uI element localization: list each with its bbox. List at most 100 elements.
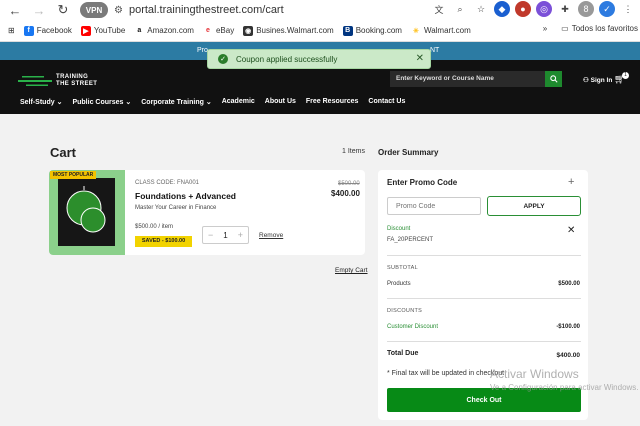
walmart-spark-icon: ✳ (410, 25, 421, 36)
course-name[interactable]: Foundations + Advanced (135, 191, 236, 201)
nav-free-resources[interactable]: Free Resources (306, 98, 359, 106)
success-toast: ✓ Coupon applied successfully ✕ (207, 49, 431, 69)
back-icon[interactable]: ← (6, 1, 24, 19)
logo-text: TRAINING THE STREET (56, 74, 97, 88)
bookmark-star-icon[interactable]: ☆ (473, 1, 489, 17)
check-circle-icon: ✓ (218, 54, 228, 64)
bookmark-amazon[interactable]: a Amazon.com (134, 25, 194, 36)
class-code: CLASS CODE: FNA001 (135, 180, 200, 186)
promo-heading: Enter Promo Code (387, 178, 458, 187)
search-input[interactable]: Enter Keyword or Course Name (390, 71, 562, 87)
search-button[interactable] (545, 71, 562, 87)
nav-public-courses[interactable]: Public Courses ⌄ (72, 98, 131, 106)
apps-icon[interactable]: ⊞ (8, 26, 15, 35)
promo-code-input[interactable] (387, 197, 481, 215)
vpn-badge[interactable]: VPN (80, 2, 108, 18)
shield-blue-icon[interactable]: ✓ (599, 1, 615, 17)
address-bar[interactable]: ⚙ portal.trainingthestreet.com/cart (114, 1, 414, 19)
amazon-icon: a (134, 25, 145, 36)
products-label: Products (387, 281, 411, 287)
main-nav: Self-Study ⌄ Public Courses ⌄ Corporate … (20, 98, 415, 106)
forward-icon[interactable]: → (30, 1, 48, 19)
nav-self-study[interactable]: Self-Study ⌄ (20, 98, 62, 106)
reload-icon[interactable]: ↻ (54, 1, 72, 19)
order-summary-title: Order Summary (378, 148, 439, 157)
menu-icon[interactable]: ⋮ (620, 1, 636, 17)
logo-line2: THE STREET (56, 81, 98, 87)
quantity-value[interactable]: 1 (223, 231, 227, 240)
all-bookmarks-folder[interactable]: Todos los favoritos (572, 24, 638, 33)
chevron-down-icon: ⌄ (56, 99, 63, 106)
browser-toolbar: ← → ↻ VPN ⚙ portal.trainingthestreet.com… (0, 0, 640, 20)
ebay-icon: e (202, 25, 213, 36)
bookmark-booking[interactable]: B Booking.com (342, 25, 402, 36)
divider (387, 255, 581, 256)
plus-icon[interactable]: + (238, 230, 243, 240)
nav-contact-us[interactable]: Contact Us (368, 98, 405, 106)
youtube-icon: ▶ (80, 25, 91, 36)
bookmark-ebay[interactable]: e eBay (202, 25, 234, 36)
customer-discount-label: Customer Discount (387, 324, 439, 330)
bookmark-facebook[interactable]: f Facebook (23, 25, 72, 36)
extension-icon-red[interactable]: ● (515, 1, 531, 17)
nav-academic[interactable]: Academic (222, 98, 255, 106)
bookmarks-bar: ⊞ f Facebook ▶ YouTube a Amazon.com e eB… (0, 20, 640, 42)
zoom-icon[interactable]: ⌕ (452, 1, 468, 17)
walmart-business-icon: ◉ (243, 25, 254, 36)
quantity-stepper: − 1 + (202, 226, 249, 244)
divider (387, 298, 581, 299)
customer-discount-value: -$100.00 (556, 324, 580, 330)
chevron-down-icon: ⌄ (125, 99, 132, 106)
toast-message: Coupon applied successfully (236, 54, 338, 64)
facebook-icon: f (23, 25, 34, 36)
folder-icon: ▭ (561, 24, 569, 33)
site-info-icon[interactable]: ⚙ (114, 5, 123, 16)
puzzle-icon[interactable]: ✚ (557, 1, 573, 17)
sign-in-label: Sign In (590, 77, 613, 84)
bookmark-label: Walmart.com (423, 26, 471, 35)
cart-count-badge: 1 (622, 72, 629, 79)
nav-corporate-training[interactable]: Corporate Training ⌄ (141, 98, 211, 106)
bookmark-youtube[interactable]: ▶ YouTube (80, 25, 126, 36)
apply-button[interactable]: APPLY (487, 196, 581, 216)
promo-text-right: NT (430, 47, 440, 54)
bookmark-label: Booking.com (355, 26, 402, 35)
close-icon[interactable]: ✕ (416, 53, 424, 64)
windows-activation-watermark: Activar Windows (490, 367, 579, 381)
nav-label: Corporate Training (141, 99, 204, 106)
bookmark-label: Busines.Walmart.com (256, 26, 334, 35)
empty-cart-link[interactable]: Empty Cart (335, 267, 368, 274)
discounts-label: DISCOUNTS (387, 308, 423, 314)
price-per-item: $500.00 / item (135, 224, 174, 230)
most-popular-badge: MOST POPULAR (50, 171, 97, 179)
original-price: $500.00 (338, 181, 360, 187)
translate-icon[interactable]: 文 (431, 1, 447, 17)
bookmark-label: YouTube (93, 26, 126, 35)
minus-icon[interactable]: − (208, 230, 213, 240)
bookmark-walmart[interactable]: ✳ Walmart.com (410, 25, 471, 36)
bookmarks-right: » ▭ Todos los favoritos (543, 24, 638, 33)
nav-label: Public Courses (72, 99, 124, 106)
discount-code: FA_20PERCENT (387, 237, 434, 243)
cart-title: Cart (50, 145, 77, 160)
nav-about-us[interactable]: About Us (265, 98, 296, 106)
profile-avatar[interactable]: 8 (578, 1, 594, 17)
discounted-price: $400.00 (331, 189, 360, 198)
total-due-value: $400.00 (556, 352, 581, 359)
course-subtitle: Master Your Career in Finance (135, 205, 217, 211)
extension-icon-purple[interactable]: ◎ (536, 1, 552, 17)
bookmark-business-walmart[interactable]: ◉ Busines.Walmart.com (243, 25, 334, 36)
search-icon (549, 75, 558, 83)
course-thumbnail-icon[interactable] (58, 178, 115, 246)
remove-link[interactable]: Remove (259, 232, 283, 239)
tax-note: * Final tax will be updated in checkout (387, 370, 505, 377)
shield-extension-icon[interactable]: ◆ (494, 1, 510, 17)
remove-discount-icon[interactable]: ✕ (567, 225, 575, 236)
bookmarks-overflow-icon[interactable]: » (543, 24, 547, 33)
expand-plus-icon[interactable]: + (568, 176, 574, 188)
bookmark-label: Amazon.com (147, 26, 194, 35)
sign-in-link[interactable]: ⚇ Sign In (583, 76, 612, 84)
nav-label: Self-Study (20, 99, 55, 106)
windows-activation-subtext: Ve a Configuración para activar Windows. (490, 383, 639, 392)
saved-badge: SAVED - $100.00 (135, 236, 192, 247)
